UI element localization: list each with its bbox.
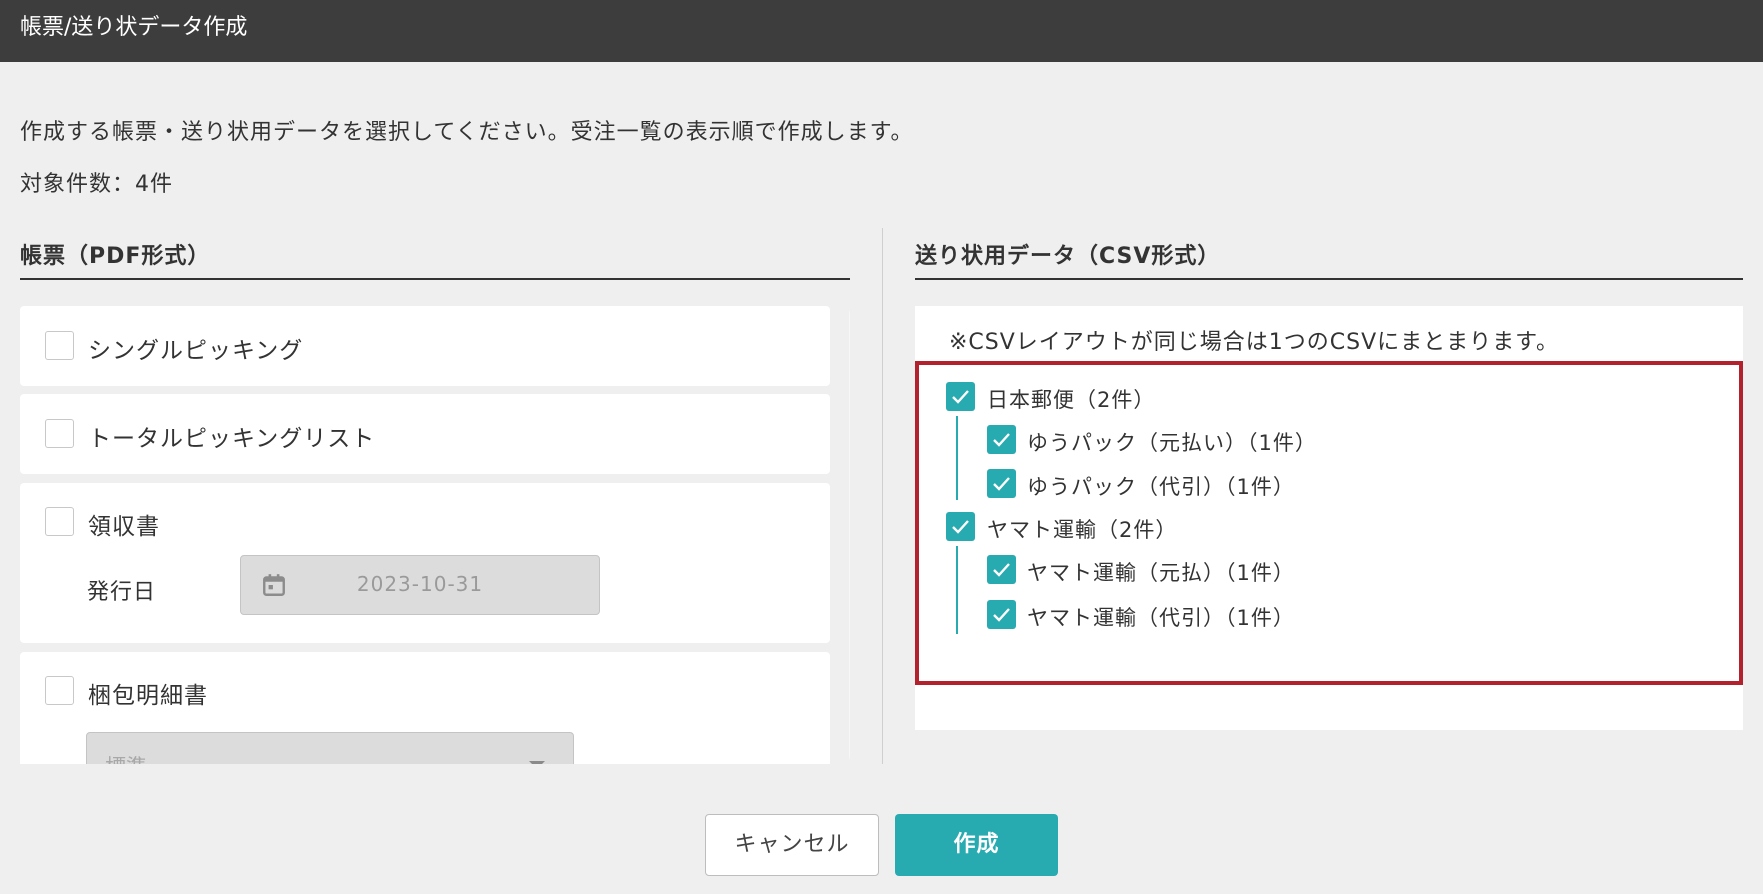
csv-layout-note: ※CSVレイアウトが同じ場合は1つのCSVにまとまります。 — [949, 330, 1559, 355]
receipt-label: 領収書 — [88, 514, 160, 540]
pdf-section-title: 帳票（PDF形式） — [20, 238, 850, 280]
instruction-text: 作成する帳票・送り状用データを選択してください。受注一覧の表示順で作成します。 — [20, 120, 914, 145]
yamato-checkbox[interactable] — [946, 512, 975, 541]
csv-data-panel: ※CSVレイアウトが同じ場合は1つのCSVにまとまります。 日本郵便（2件） ゆ… — [915, 306, 1743, 730]
tree-connector — [956, 546, 958, 634]
yu-pack-cod-label: ゆうパック（代引）（1件） — [1027, 475, 1295, 499]
yamato-label: ヤマト運輸（2件） — [987, 518, 1178, 542]
packing-slip-format-select[interactable]: 標準 — [86, 732, 574, 764]
receipt-checkbox[interactable] — [45, 507, 74, 536]
pdf-list-scrollbar[interactable] — [849, 306, 850, 764]
dialog-title: 帳票/送り状データ作成 — [0, 0, 1763, 62]
tree-connector — [956, 416, 958, 500]
chevron-down-icon — [529, 761, 545, 764]
japan-post-label: 日本郵便（2件） — [987, 388, 1156, 412]
issue-date-value: 2023-10-31 — [356, 572, 484, 596]
yu-pack-prepaid-label: ゆうパック（元払い）（1件） — [1027, 431, 1317, 455]
create-button[interactable]: 作成 — [895, 814, 1058, 876]
pdf-item-single-picking[interactable]: シングルピッキング — [20, 306, 830, 386]
cancel-button[interactable]: キャンセル — [705, 814, 879, 876]
column-divider — [882, 228, 883, 764]
yamato-prepaid-checkbox[interactable] — [987, 555, 1016, 584]
packing-slip-label: 梱包明細書 — [88, 683, 208, 709]
pdf-item-packing-slip[interactable]: 梱包明細書 標準 — [20, 652, 830, 764]
issue-date-label: 発行日 — [87, 580, 157, 605]
csv-section-title: 送り状用データ（CSV形式） — [915, 238, 1743, 280]
yamato-cod-label: ヤマト運輸（代引）（1件） — [1027, 606, 1295, 630]
issue-date-input[interactable]: 2023-10-31 — [240, 555, 600, 615]
yu-pack-prepaid-checkbox[interactable] — [987, 425, 1016, 454]
packing-slip-checkbox[interactable] — [45, 676, 74, 705]
packing-slip-format-value: 標準 — [105, 751, 147, 764]
yamato-prepaid-label: ヤマト運輸（元払）（1件） — [1027, 561, 1295, 585]
pdf-form-list: シングルピッキング トータルピッキングリスト 領収書 発行日 2023-10-3… — [20, 306, 850, 764]
total-picking-list-label: トータルピッキングリスト — [88, 426, 376, 452]
yu-pack-cod-checkbox[interactable] — [987, 469, 1016, 498]
japan-post-checkbox[interactable] — [946, 382, 975, 411]
carrier-selection-highlight: 日本郵便（2件） ゆうパック（元払い）（1件） ゆうパック（代引）（1件） ヤマ… — [915, 361, 1743, 685]
single-picking-label: シングルピッキング — [88, 338, 304, 364]
single-picking-checkbox[interactable] — [45, 331, 74, 360]
pdf-item-receipt[interactable]: 領収書 発行日 2023-10-31 — [20, 483, 830, 643]
target-count: 対象件数：4件 — [20, 172, 173, 197]
total-picking-list-checkbox[interactable] — [45, 419, 74, 448]
yamato-cod-checkbox[interactable] — [987, 600, 1016, 629]
pdf-item-total-picking-list[interactable]: トータルピッキングリスト — [20, 394, 830, 474]
